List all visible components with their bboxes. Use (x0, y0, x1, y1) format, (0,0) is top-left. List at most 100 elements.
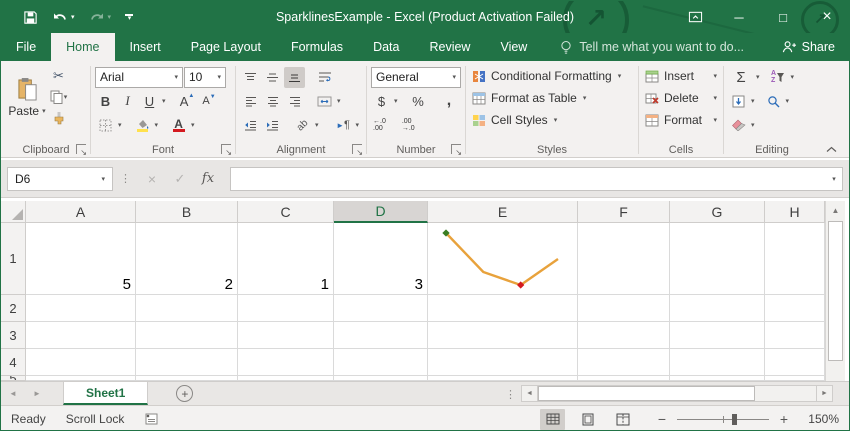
delete-cells-button[interactable]: Delete ▾ (643, 87, 719, 109)
clear-dropdown-icon[interactable]: ▾ (751, 121, 755, 129)
direction-dropdown-icon[interactable]: ▾ (356, 121, 360, 129)
cell-B2[interactable] (136, 295, 238, 322)
formula-bar-splitter[interactable]: ⋮ (120, 172, 131, 185)
maximize-button[interactable]: □ (761, 1, 805, 33)
customize-qat-button[interactable]: ▾ (125, 14, 133, 21)
row-header-4[interactable]: 4 (1, 349, 26, 376)
bold-button[interactable]: B (95, 91, 116, 112)
zoom-slider-handle[interactable] (732, 414, 737, 425)
fill-button[interactable] (728, 91, 749, 112)
cell-G2[interactable] (670, 295, 765, 322)
cell-G4[interactable] (670, 349, 765, 376)
vertical-scroll-thumb[interactable] (828, 221, 843, 361)
column-header-G[interactable]: G (670, 201, 765, 223)
page-layout-view-button[interactable] (575, 409, 600, 430)
bottom-align-button[interactable] (284, 67, 305, 88)
clipboard-dialog-launcher[interactable]: ↘ (76, 144, 86, 154)
wrap-text-button[interactable] (314, 67, 335, 88)
column-header-A[interactable]: A (26, 201, 136, 223)
accounting-dropdown-icon[interactable]: ▾ (394, 97, 398, 105)
conditional-formatting-button[interactable]: Conditional Formatting ▾ (470, 65, 634, 87)
font-dialog-launcher[interactable]: ↘ (221, 144, 231, 154)
merge-dropdown-icon[interactable]: ▾ (337, 97, 341, 105)
underline-dropdown-icon[interactable]: ▾ (162, 97, 166, 105)
cell-H1[interactable] (765, 223, 825, 295)
alignment-dialog-launcher[interactable]: ↘ (352, 144, 362, 154)
scroll-up-arrow[interactable]: ▲ (826, 201, 845, 219)
autosum-button[interactable]: Σ (728, 67, 754, 88)
cell-D2[interactable] (334, 295, 428, 322)
horizontal-scroll-thumb[interactable] (538, 386, 755, 401)
text-direction-button[interactable]: ►¶ (333, 115, 354, 136)
accounting-format-button[interactable]: $ (371, 91, 392, 112)
font-color-button[interactable]: A (168, 115, 189, 136)
borders-dropdown-icon[interactable]: ▾ (118, 121, 122, 129)
vertical-scrollbar[interactable]: ▲ (825, 201, 845, 381)
clear-button[interactable] (728, 115, 749, 136)
close-button[interactable]: × (805, 1, 849, 33)
decrease-indent-button[interactable] (240, 115, 261, 136)
name-box[interactable]: D6 ▾ (7, 167, 113, 191)
tab-review[interactable]: Review (414, 33, 485, 61)
center-button[interactable] (262, 91, 283, 112)
macro-record-button[interactable] (144, 413, 158, 425)
fill-color-dropdown-icon[interactable]: ▾ (155, 121, 159, 129)
cell-D4[interactable] (334, 349, 428, 376)
cell-G3[interactable] (670, 322, 765, 349)
cell-H3[interactable] (765, 322, 825, 349)
tab-view[interactable]: View (485, 33, 542, 61)
cell-D1[interactable]: 3 (334, 223, 428, 295)
cell-F1[interactable] (578, 223, 670, 295)
comma-style-button[interactable]: , (439, 91, 460, 112)
decrease-font-size-button[interactable]: A▼ (199, 91, 220, 112)
increase-indent-button[interactable] (262, 115, 283, 136)
tab-file[interactable]: File (1, 33, 51, 61)
undo-button[interactable]: ▾ (52, 10, 75, 24)
column-header-E[interactable]: E (428, 201, 578, 223)
expand-formula-bar-button[interactable]: ▾ (825, 167, 843, 191)
format-cells-button[interactable]: Format ▾ (643, 109, 719, 131)
paste-button[interactable]: Paste▾ (6, 65, 48, 128)
align-left-button[interactable] (240, 91, 261, 112)
cell-B4[interactable] (136, 349, 238, 376)
scroll-right-arrow[interactable]: ► (816, 385, 833, 402)
redo-button[interactable]: ▾ (89, 10, 112, 24)
font-color-dropdown-icon[interactable]: ▾ (191, 121, 195, 129)
cell-B1[interactable]: 2 (136, 223, 238, 295)
column-header-F[interactable]: F (578, 201, 670, 223)
underline-button[interactable]: U (139, 91, 160, 112)
new-sheet-button[interactable]: + (176, 385, 193, 402)
orientation-dropdown-icon[interactable]: ▾ (315, 121, 319, 129)
select-all-corner[interactable] (1, 201, 26, 223)
insert-function-button[interactable]: fx (194, 167, 222, 191)
cell-C4[interactable] (238, 349, 334, 376)
zoom-out-button[interactable]: − (651, 411, 673, 427)
decrease-decimal-button[interactable]: .00→.0 (400, 118, 417, 132)
save-button[interactable] (23, 10, 38, 25)
sort-dropdown-icon[interactable]: ▾ (791, 73, 795, 81)
zoom-in-button[interactable]: + (773, 411, 795, 427)
zoom-level[interactable]: 150% (795, 412, 839, 426)
align-right-button[interactable] (284, 91, 305, 112)
percent-style-button[interactable]: % (408, 91, 429, 112)
cancel-button[interactable]: × (138, 167, 166, 191)
page-break-preview-button[interactable] (610, 409, 635, 430)
scroll-left-arrow[interactable]: ◄ (521, 385, 538, 402)
italic-button[interactable]: I (117, 91, 138, 112)
cell-E2[interactable] (428, 295, 578, 322)
column-header-D[interactable]: D (334, 201, 428, 223)
row-header-3[interactable]: 3 (1, 322, 26, 349)
tab-page-layout[interactable]: Page Layout (176, 33, 276, 61)
horizontal-scroll-track[interactable] (538, 385, 816, 402)
cell-styles-button[interactable]: Cell Styles ▾ (470, 109, 634, 131)
font-size-select[interactable]: 10▾ (184, 67, 226, 88)
autosum-dropdown-icon[interactable]: ▾ (756, 73, 760, 81)
copy-button[interactable]: ▾ (48, 86, 69, 107)
tab-scroll-splitter[interactable]: ⋮ (505, 382, 516, 406)
top-align-button[interactable] (240, 67, 261, 88)
fill-color-button[interactable] (132, 115, 153, 136)
sheet-nav-left[interactable]: ◄ (1, 382, 25, 405)
column-header-C[interactable]: C (238, 201, 334, 223)
merge-center-button[interactable] (314, 91, 335, 112)
cell-F4[interactable] (578, 349, 670, 376)
